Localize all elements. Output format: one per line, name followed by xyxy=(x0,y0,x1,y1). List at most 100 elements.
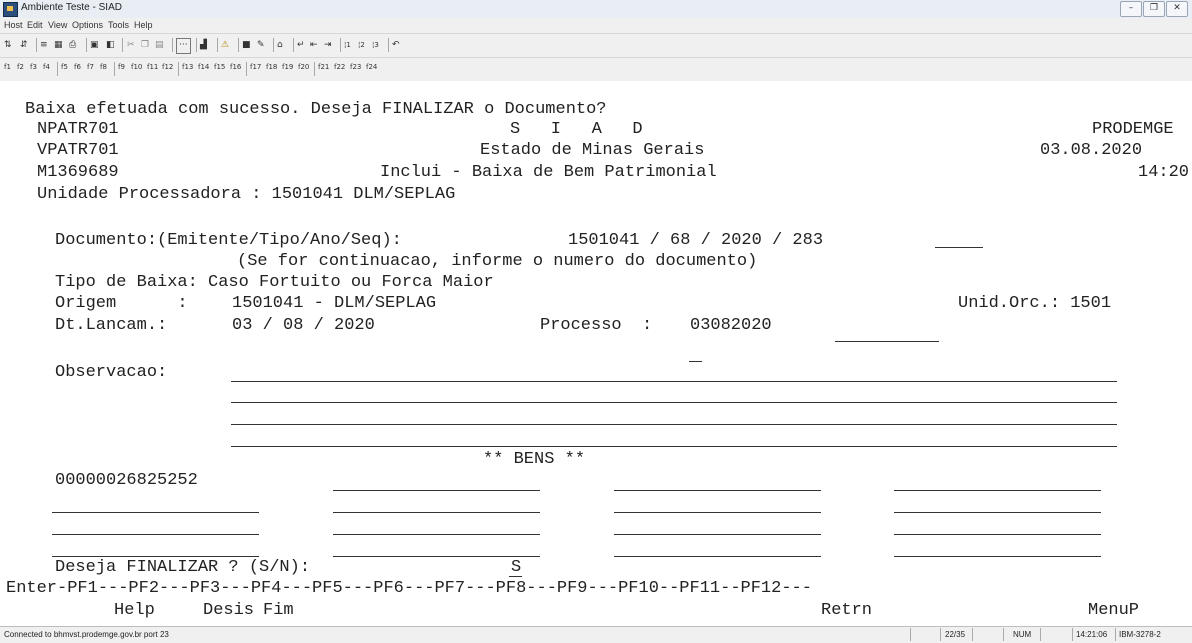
chart-icon[interactable]: ▟ xyxy=(200,38,207,52)
pf-key[interactable]: f19 xyxy=(282,63,293,71)
menu-edit[interactable]: Edit xyxy=(27,20,43,30)
num-lock-indicator: NUM xyxy=(1013,630,1032,639)
bem-field[interactable] xyxy=(52,512,259,513)
copy-icon[interactable]: ❐ xyxy=(141,38,149,52)
bem-field[interactable] xyxy=(894,534,1101,535)
disconnect-icon[interactable]: ⇵ xyxy=(20,38,28,52)
undo-icon[interactable]: ↶ xyxy=(392,38,400,52)
processo-field[interactable]: 03082020 xyxy=(690,316,772,336)
paste-icon[interactable]: ▤ xyxy=(155,38,164,52)
screen-title: Inclui - Baixa de Bem Patrimonial xyxy=(380,163,717,182)
warning-icon[interactable]: ⚠ xyxy=(221,38,229,52)
status-bar: Connected to bhmvst.prodemge.gov.br port… xyxy=(0,626,1192,643)
pa3-icon[interactable]: ¦3 xyxy=(372,38,379,52)
pf-key[interactable]: f8 xyxy=(100,63,107,71)
bem-field[interactable] xyxy=(894,556,1101,557)
pf-key[interactable]: f5 xyxy=(61,63,68,71)
pf-key[interactable]: f14 xyxy=(198,63,209,71)
pf9-retrn-label[interactable]: Retrn xyxy=(821,601,872,621)
page-icon[interactable]: ▣ xyxy=(90,38,99,52)
pf-key[interactable]: f23 xyxy=(350,63,361,71)
pf-key[interactable]: f24 xyxy=(366,63,377,71)
toolbar-pf-keys: f1 f2 f3 f4 f5 f6 f7 f8 f9 f10 f11 f12 f… xyxy=(0,57,1192,82)
pa1-icon[interactable]: ¦1 xyxy=(344,38,351,52)
bem-field[interactable] xyxy=(52,556,259,557)
pf-key[interactable]: f11 xyxy=(147,63,158,71)
pf-key[interactable]: f2 xyxy=(17,63,24,71)
finalizar-field[interactable]: S xyxy=(511,558,521,578)
bem-field[interactable] xyxy=(614,556,821,557)
home-icon[interactable]: ⌂ xyxy=(277,38,283,52)
connect-icon[interactable]: ⇅ xyxy=(4,38,12,52)
menu-tools[interactable]: Tools xyxy=(108,20,129,30)
stop-icon[interactable]: ■ xyxy=(242,38,251,52)
pf-key[interactable]: f13 xyxy=(182,63,193,71)
window-titlebar: Ambiente Teste - SIAD – ❐ ✕ xyxy=(0,0,1192,19)
window-title: Ambiente Teste - SIAD xyxy=(21,2,122,13)
menu-view[interactable]: View xyxy=(48,20,67,30)
bem-field[interactable] xyxy=(894,512,1101,513)
terminal-type: IBM-3278-2 xyxy=(1119,630,1161,639)
bem-field[interactable] xyxy=(52,534,259,535)
observacao-line[interactable] xyxy=(231,446,1117,447)
pf-key[interactable]: f3 xyxy=(30,63,37,71)
menu-help[interactable]: Help xyxy=(134,20,153,30)
app-icon xyxy=(3,2,18,17)
menu-host[interactable]: Host xyxy=(4,20,23,30)
origem-label: Origem : xyxy=(55,294,188,313)
macro-icon[interactable]: ✎ xyxy=(257,38,265,52)
bem-field[interactable] xyxy=(333,490,540,491)
pf-key[interactable]: f6 xyxy=(74,63,81,71)
pf3-fim-label[interactable]: Fim xyxy=(263,601,294,621)
pf1-help-label[interactable]: Help xyxy=(114,601,155,621)
pf2-desis-label[interactable]: Desis xyxy=(203,601,254,621)
terminal-screen[interactable]: Baixa efetuada com sucesso. Deseja FINAL… xyxy=(0,81,1192,626)
pf-key[interactable]: f18 xyxy=(266,63,277,71)
close-button[interactable]: ✕ xyxy=(1166,1,1188,17)
bem-field[interactable] xyxy=(894,490,1101,491)
pf-key[interactable]: f4 xyxy=(43,63,50,71)
pa2-icon[interactable]: ¦2 xyxy=(358,38,365,52)
keypad-icon[interactable]: ··· xyxy=(176,38,191,54)
pf-key[interactable]: f7 xyxy=(87,63,94,71)
bem-field[interactable] xyxy=(614,534,821,535)
bem-field[interactable] xyxy=(614,490,821,491)
receive-icon[interactable]: ▦ xyxy=(54,38,63,52)
pf-key[interactable]: f1 xyxy=(4,63,11,71)
observacao-line[interactable] xyxy=(231,402,1117,403)
menu-options[interactable]: Options xyxy=(72,20,103,30)
pf-key[interactable]: f22 xyxy=(334,63,345,71)
cut-icon[interactable]: ✂ xyxy=(127,38,135,52)
tab-icon[interactable]: ⇥ xyxy=(324,38,332,52)
bem-field[interactable] xyxy=(614,512,821,513)
pf-key[interactable]: f12 xyxy=(162,63,173,71)
print-icon[interactable]: ⎙ xyxy=(69,38,76,52)
pf-key[interactable]: f21 xyxy=(318,63,329,71)
bem-field[interactable] xyxy=(333,534,540,535)
bem-field[interactable] xyxy=(333,556,540,557)
enter-key-icon[interactable]: ↵ xyxy=(297,38,305,52)
bem-field[interactable] xyxy=(333,512,540,513)
user-id: M1369689 xyxy=(37,163,119,182)
org-name: PRODEMGE xyxy=(1092,120,1174,139)
observacao-line[interactable] xyxy=(231,381,1117,382)
documento-label: Documento:(Emitente/Tipo/Ano/Seq): xyxy=(55,231,402,250)
dt-lancam-label: Dt.Lancam.: xyxy=(55,316,168,335)
backtab-icon[interactable]: ⇤ xyxy=(310,38,318,52)
minimize-button[interactable]: – xyxy=(1120,1,1142,17)
pf-key[interactable]: f9 xyxy=(118,63,125,71)
pf-key[interactable]: f20 xyxy=(298,63,309,71)
pf-key[interactable]: f16 xyxy=(230,63,241,71)
pf-key[interactable]: f17 xyxy=(250,63,261,71)
bem-field[interactable]: 00000026825252 xyxy=(55,471,198,491)
maximize-button[interactable]: ❐ xyxy=(1143,1,1165,17)
pf-key[interactable]: f10 xyxy=(131,63,142,71)
page-setup-icon[interactable]: ◧ xyxy=(106,38,115,52)
observacao-line[interactable] xyxy=(231,424,1117,425)
dt-lancam-field[interactable]: 03 / 08 / 2020 xyxy=(232,316,375,336)
pf-key[interactable]: f15 xyxy=(214,63,225,71)
send-icon[interactable]: ≡ xyxy=(40,38,48,52)
pf12-menup-label[interactable]: MenuP xyxy=(1088,601,1139,621)
documento-field[interactable]: 1501041 / 68 / 2020 / 283 xyxy=(568,231,823,251)
menu-bar: Host Edit View Options Tools Help xyxy=(0,18,1192,33)
